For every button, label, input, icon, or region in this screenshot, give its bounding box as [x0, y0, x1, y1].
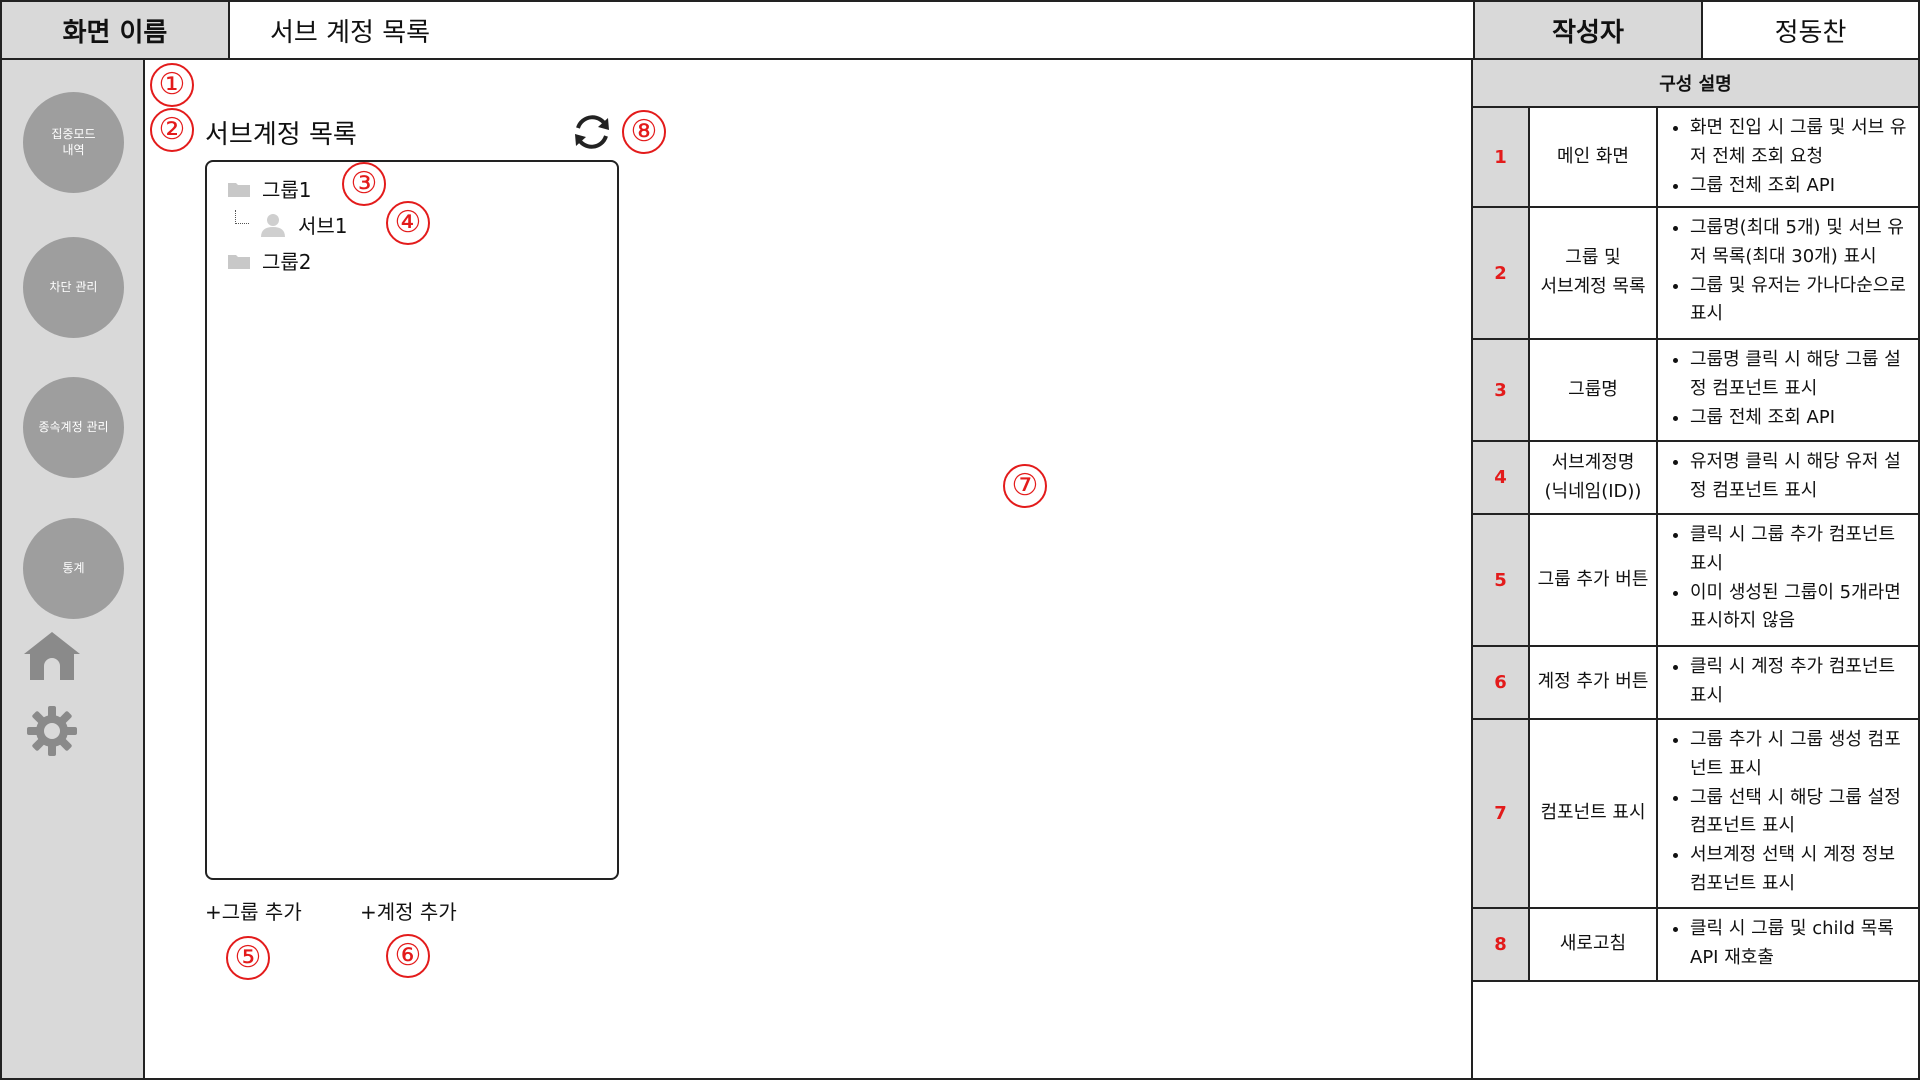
tree-group-2[interactable]: 그룹2 [228, 246, 312, 275]
sidebar-item-block-management[interactable]: 차단 관리 [23, 237, 124, 338]
description-bullet: 그룹 전체 조회 API [1690, 172, 1914, 201]
description-bullet: 그룹 전체 조회 API [1690, 404, 1914, 433]
description-bullet: 클릭 시 그룹 추가 컴포넌트 표시 [1690, 521, 1914, 579]
description-bullet: 그룹 및 유저는 가나다순으로 표시 [1690, 272, 1914, 330]
tree-sub-1[interactable]: 서브1 [260, 210, 348, 239]
subaccount-list-title: 서브계정 목록 [205, 120, 357, 150]
add-account-button[interactable]: +계정 추가 [360, 896, 457, 925]
group-name: 그룹1 [262, 178, 312, 202]
description-bullets: 클릭 시 계정 추가 컴포넌트 표시 [1658, 647, 1918, 718]
description-item-name: 새로고침 [1530, 909, 1658, 980]
sidebar-item-sub-account-management[interactable]: 종속계정 관리 [23, 377, 124, 478]
description-bullet: 클릭 시 계정 추가 컴포넌트 표시 [1690, 653, 1914, 711]
screen-title: 서브 계정 목록 [230, 2, 1475, 58]
screen-name-label: 화면 이름 [2, 2, 230, 58]
description-bullets: 클릭 시 그룹 추가 컴포넌트 표시이미 생성된 그룹이 5개라면 표시하지 않… [1658, 515, 1918, 645]
description-item-name: 그룹 추가 버튼 [1530, 515, 1658, 645]
description-row: 5그룹 추가 버튼클릭 시 그룹 추가 컴포넌트 표시이미 생성된 그룹이 5개… [1473, 515, 1918, 647]
marker-1: ① [150, 63, 194, 107]
description-row: 4서브계정명 (닉네임(ID)) 유저명 클릭 시 해당 유저 설정 컴포넌트 표… [1473, 442, 1918, 515]
marker-3: ③ [342, 162, 386, 206]
description-bullet: 서브계정 선택 시 계정 정보 컴포넌트 표시 [1690, 841, 1914, 899]
description-bullet: 클릭 시 그룹 및 child 목록 API 재호출 [1690, 915, 1914, 973]
tree-connector [235, 210, 249, 224]
home-icon[interactable] [22, 630, 82, 682]
description-number: 6 [1473, 647, 1530, 718]
marker-7: ⑦ [1003, 464, 1047, 508]
description-bullet: 화면 진입 시 그룹 및 서브 유저 전체 조회 요청 [1690, 114, 1914, 172]
sidebar: 집중모드 내역 차단 관리 종속계정 관리 통계 [0, 60, 145, 1080]
description-row: 2그룹 및 서브계정 목록그룹명(최대 5개) 및 서브 유저 목록(최대 30… [1473, 208, 1918, 340]
description-bullet: 그룹명 클릭 시 해당 그룹 설정 컴포넌트 표시 [1690, 346, 1914, 404]
description-number: 1 [1473, 108, 1530, 206]
description-item-name: 메인 화면 [1530, 108, 1658, 206]
add-group-button[interactable]: +그룹 추가 [205, 896, 302, 925]
description-bullet: 이미 생성된 그룹이 5개라면 표시하지 않음 [1690, 579, 1914, 637]
sidebar-item-focus-history[interactable]: 집중모드 내역 [23, 92, 124, 193]
description-bullets: 그룹명 클릭 시 해당 그룹 설정 컴포넌트 표시그룹 전체 조회 API [1658, 340, 1918, 440]
description-row: 3그룹명그룹명 클릭 시 해당 그룹 설정 컴포넌트 표시그룹 전체 조회 AP… [1473, 340, 1918, 442]
description-bullet: 그룹 선택 시 해당 그룹 설정 컴포넌트 표시 [1690, 784, 1914, 842]
description-bullet: 그룹 추가 시 그룹 생성 컴포넌트 표시 [1690, 726, 1914, 784]
description-bullet: 그룹명(최대 5개) 및 서브 유저 목록(최대 30개) 표시 [1690, 214, 1914, 272]
description-number: 3 [1473, 340, 1530, 440]
description-item-name: 컴포넌트 표시 [1530, 720, 1658, 907]
user-icon [261, 213, 285, 237]
description-number: 7 [1473, 720, 1530, 907]
description-number: 2 [1473, 208, 1530, 338]
description-row: 6계정 추가 버튼 클릭 시 계정 추가 컴포넌트 표시 [1473, 647, 1918, 720]
description-row: 1메인 화면화면 진입 시 그룹 및 서브 유저 전체 조회 요청그룹 전체 조… [1473, 108, 1918, 208]
marker-2: ② [150, 108, 194, 152]
description-bullet: 유저명 클릭 시 해당 유저 설정 컴포넌트 표시 [1690, 448, 1914, 506]
description-bullets: 유저명 클릭 시 해당 유저 설정 컴포넌트 표시 [1658, 442, 1918, 513]
description-bullets: 클릭 시 그룹 및 child 목록 API 재호출 [1658, 909, 1918, 980]
description-item-name: 계정 추가 버튼 [1530, 647, 1658, 718]
description-number: 4 [1473, 442, 1530, 513]
description-panel: 구성 설명 1메인 화면화면 진입 시 그룹 및 서브 유저 전체 조회 요청그… [1473, 60, 1920, 1080]
marker-4: ④ [386, 201, 430, 245]
marker-5: ⑤ [226, 936, 270, 980]
folder-icon [228, 182, 250, 197]
gear-icon[interactable] [26, 705, 78, 757]
description-bullets: 그룹 추가 시 그룹 생성 컴포넌트 표시그룹 선택 시 해당 그룹 설정 컴포… [1658, 720, 1918, 907]
group-name: 그룹2 [262, 250, 312, 274]
subaccount-name: 서브1 [298, 214, 348, 238]
description-bullets: 그룹명(최대 5개) 및 서브 유저 목록(최대 30개) 표시그룹 및 유저는… [1658, 208, 1918, 338]
folder-icon [228, 254, 250, 269]
marker-8: ⑧ [622, 110, 666, 154]
description-item-name: 서브계정명 (닉네임(ID)) [1530, 442, 1658, 513]
sidebar-item-statistics[interactable]: 통계 [23, 518, 124, 619]
author-name: 정동찬 [1774, 17, 1847, 48]
description-number: 8 [1473, 909, 1530, 980]
description-item-name: 그룹명 [1530, 340, 1658, 440]
description-number: 5 [1473, 515, 1530, 645]
description-item-name: 그룹 및 서브계정 목록 [1530, 208, 1658, 338]
marker-6: ⑥ [386, 934, 430, 978]
description-bullets: 화면 진입 시 그룹 및 서브 유저 전체 조회 요청그룹 전체 조회 API [1658, 108, 1918, 206]
refresh-icon[interactable] [570, 110, 614, 154]
tree-group-1[interactable]: 그룹1 [228, 174, 312, 203]
description-row: 7컴포넌트 표시그룹 추가 시 그룹 생성 컴포넌트 표시그룹 선택 시 해당 … [1473, 720, 1918, 909]
description-row: 8새로고침 클릭 시 그룹 및 child 목록 API 재호출 [1473, 909, 1918, 982]
author-label: 작성자 [1475, 2, 1703, 58]
header-bar: 화면 이름 서브 계정 목록 작성자 정동찬 [0, 0, 1920, 60]
description-title: 구성 설명 [1473, 60, 1918, 108]
